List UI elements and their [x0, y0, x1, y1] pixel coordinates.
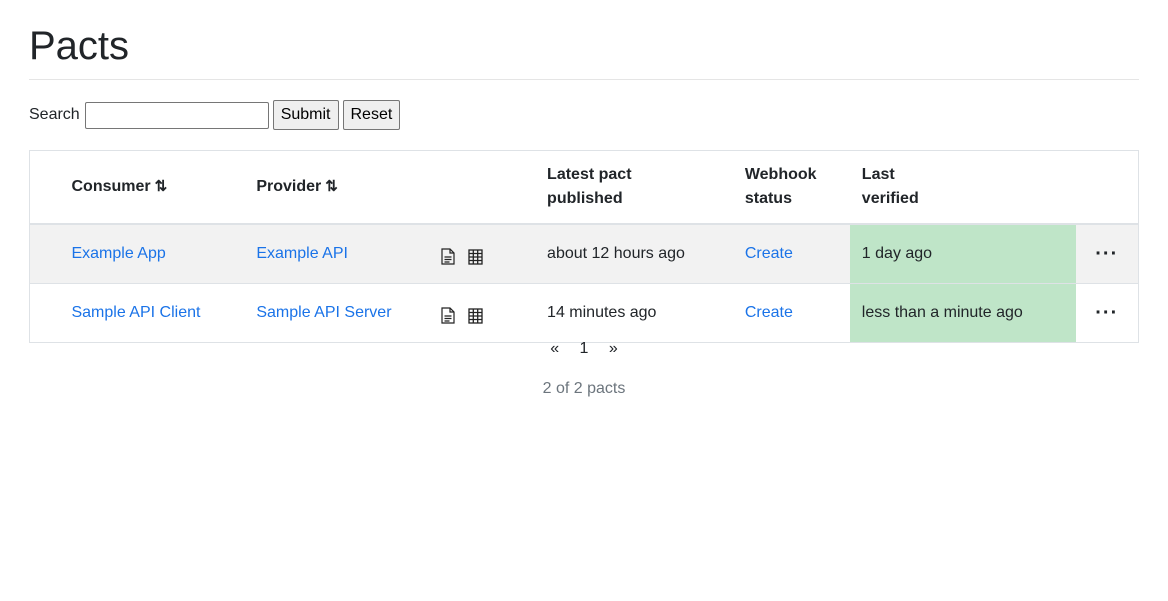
provider-link[interactable]: Sample API Server	[256, 304, 391, 321]
latest-pact-published: about 12 hours ago	[535, 223, 733, 284]
row-spacer	[29, 223, 60, 284]
header-webhook-status: Webhook status	[732, 150, 850, 225]
sort-icon[interactable]: ⇅	[325, 178, 338, 195]
more-actions-button[interactable]: ···	[1075, 283, 1139, 343]
pagination-page-1[interactable]: 1	[580, 340, 589, 357]
pact-icons	[429, 223, 536, 284]
table-row: Sample API Client Sample API Server 14 m…	[29, 283, 1139, 343]
header-latest-pact-line1: Latest pact	[547, 166, 632, 183]
matrix-icon[interactable]	[467, 248, 483, 270]
header-consumer-label: Consumer	[71, 178, 151, 195]
pact-icons	[429, 283, 536, 343]
table-header-row: Consumer ⇅ Provider ⇅ Latest pact publishe…	[29, 150, 1139, 225]
more-actions-button[interactable]: ···	[1075, 223, 1139, 284]
submit-button[interactable]: Submit	[272, 100, 339, 130]
pagination-next[interactable]: »	[609, 340, 618, 357]
document-icon[interactable]	[441, 248, 455, 270]
header-last-verified-line1: Last	[861, 166, 895, 183]
reset-button[interactable]: Reset	[342, 100, 401, 130]
header-last-verified-line2: verified	[861, 190, 919, 207]
pagination: « 1 »	[29, 340, 1139, 358]
header-consumer[interactable]: Consumer ⇅	[59, 150, 245, 225]
table-row: Example App Example API about 12 hours a…	[29, 223, 1139, 284]
row-spacer	[29, 283, 60, 343]
header-provider-label: Provider	[256, 178, 322, 195]
page-title: Pacts	[29, 24, 130, 68]
webhook-create-link[interactable]: Create	[745, 245, 793, 262]
pacts-table: Consumer ⇅ Provider ⇅ Latest pact publishe…	[29, 150, 1139, 343]
consumer-link[interactable]: Sample API Client	[71, 304, 200, 321]
sort-icon[interactable]: ⇅	[155, 178, 168, 195]
latest-pact-published: 14 minutes ago	[535, 283, 733, 343]
provider-link[interactable]: Example API	[256, 245, 348, 262]
header-actions	[1075, 150, 1139, 225]
header-spacer	[29, 150, 60, 225]
header-webhook-line1: Webhook	[744, 166, 817, 183]
pacts-count: 2 of 2 pacts	[542, 380, 626, 397]
webhook-create-link[interactable]: Create	[745, 304, 793, 321]
search-label: Search	[29, 106, 80, 123]
title-divider	[29, 79, 1139, 80]
header-latest-pact-line2: published	[547, 190, 623, 207]
search-input[interactable]	[84, 101, 269, 129]
pagination-prev[interactable]: «	[550, 340, 559, 357]
last-verified-cell: less than a minute ago	[849, 283, 1076, 343]
header-latest-pact: Latest pact published	[535, 150, 733, 225]
header-icons	[429, 150, 536, 225]
consumer-link[interactable]: Example App	[71, 245, 165, 262]
document-icon[interactable]	[441, 307, 455, 329]
search-form: Search Submit Reset	[29, 100, 404, 130]
header-provider[interactable]: Provider ⇅	[244, 150, 430, 225]
last-verified-cell: 1 day ago	[849, 223, 1076, 284]
header-webhook-line2: status	[744, 190, 792, 207]
matrix-icon[interactable]	[467, 307, 483, 329]
header-last-verified: Last verified	[849, 150, 1076, 225]
